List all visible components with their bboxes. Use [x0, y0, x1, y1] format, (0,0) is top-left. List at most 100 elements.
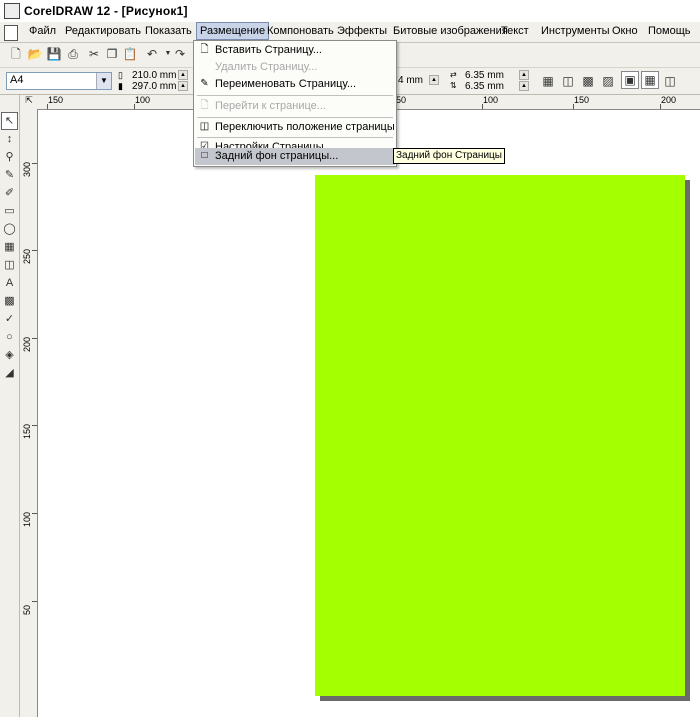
menu-separator	[197, 137, 393, 138]
menu-text[interactable]: Текст	[501, 25, 529, 37]
cut-icon[interactable]: ✂	[86, 46, 102, 62]
fill-tool-icon[interactable]: ◈	[2, 347, 17, 363]
v-ruler-tick	[32, 601, 37, 602]
menu-item-delete-page: Удалить Страницу...	[195, 59, 395, 76]
rectangle-tool-icon[interactable]: ▭	[2, 203, 17, 219]
interactive-blend-icon[interactable]: ▩	[2, 293, 17, 309]
tooltip: Задний фон Страницы	[393, 148, 505, 164]
layout-menu: 🗋 Вставить Страницу... Удалить Страницу.…	[193, 40, 397, 167]
insert-page-icon: 🗋	[200, 44, 209, 55]
add-page-icon[interactable]: ◫	[560, 73, 576, 89]
ellipse-tool-icon[interactable]: ◯	[2, 221, 17, 237]
v-ruler-label: 250	[22, 248, 32, 264]
basic-shapes-icon[interactable]: ◫	[2, 257, 17, 273]
h-ruler-tick	[134, 104, 135, 109]
h-ruler-label: 50	[396, 95, 407, 105]
page-width-field[interactable]: 210.0 mm	[132, 70, 176, 81]
page-orientation-icon[interactable]: ▩	[580, 73, 596, 89]
menu-item-label: Переключить положение страницы	[215, 121, 395, 133]
portrait-height-icon: ▮	[118, 81, 123, 91]
open-icon[interactable]: 📂	[27, 46, 43, 62]
menu-tools[interactable]: Инструменты	[541, 25, 610, 37]
new-icon[interactable]: 🗋	[8, 46, 24, 62]
eyedropper-icon[interactable]: ✓	[2, 311, 17, 327]
v-ruler-label: 50	[22, 604, 32, 615]
duplicate-x-icon: ⇄	[450, 70, 457, 79]
freehand-tool-icon[interactable]: ✎	[2, 167, 17, 183]
width-spinner[interactable]: ▲	[178, 70, 188, 80]
duplicate-x-field[interactable]: 6.35 mm	[465, 70, 504, 81]
menu-window[interactable]: Окно	[612, 25, 638, 37]
h-ruler-tick	[482, 104, 483, 109]
menu-item-label: Перейти к странице...	[215, 100, 326, 112]
vertical-ruler[interactable]: 300 250 200 150 100 50	[20, 109, 38, 717]
menu-item-page-background[interactable]: □ Задний фон страницы...	[195, 148, 395, 165]
h-ruler-label: 100	[135, 95, 151, 105]
menu-item-label: Переименовать Страницу...	[215, 78, 357, 90]
menu-item-go-to-page: 🗋 Перейти к странице...	[195, 98, 395, 115]
menu-effects[interactable]: Эффекты	[337, 25, 387, 37]
paper-size-select[interactable]: A4 ▼	[6, 72, 112, 90]
landscape-icon[interactable]: ▨	[600, 73, 616, 89]
shape-tool-icon[interactable]: ↕	[2, 131, 17, 147]
copy-icon[interactable]: ❐	[104, 46, 120, 62]
h-ruler-label: 200	[661, 95, 677, 105]
menu-item-label: Удалить Страницу...	[215, 61, 318, 73]
menu-arrange[interactable]: Компоновать	[267, 25, 334, 37]
save-icon[interactable]: 💾	[46, 46, 62, 62]
window-title: CorelDRAW 12 - [Рисунок1]	[24, 4, 188, 18]
menu-item-rename-page[interactable]: ✎ Переименовать Страницу...	[195, 76, 395, 93]
document-icon[interactable]	[4, 25, 18, 41]
menu-view[interactable]: Показать	[145, 25, 192, 37]
text-tool-icon[interactable]: A	[2, 275, 17, 291]
h-ruler-label: 150	[48, 95, 64, 105]
zoom-tool-icon[interactable]: ⚲	[2, 149, 17, 165]
v-ruler-tick	[32, 338, 37, 339]
duplicate-y-spinner[interactable]: ▲	[519, 81, 529, 91]
nudge-spinner[interactable]: ▲	[429, 75, 439, 85]
units-icon[interactable]: ▦	[540, 73, 556, 89]
nudge-distance-field[interactable]: 4 mm	[398, 75, 423, 86]
chevron-down-icon[interactable]: ▼	[96, 73, 111, 89]
page-height-field[interactable]: 297.0 mm	[132, 81, 176, 92]
menu-item-insert-page[interactable]: 🗋 Вставить Страницу...	[195, 42, 395, 59]
document-page[interactable]	[315, 175, 685, 696]
print-icon[interactable]: ⎙	[65, 46, 81, 62]
duplicate-x-spinner[interactable]: ▲	[519, 70, 529, 80]
ruler-origin[interactable]: ⇱	[20, 95, 39, 110]
v-ruler-tick	[32, 250, 37, 251]
portrait-width-icon: ▯	[118, 70, 123, 80]
v-ruler-tick	[32, 163, 37, 164]
menu-file[interactable]: Файл	[29, 25, 56, 37]
title-bar: CorelDRAW 12 - [Рисунок1]	[0, 0, 700, 23]
polygon-tool-icon[interactable]: ▦	[2, 239, 17, 255]
paper-size-value: A4	[10, 74, 24, 86]
page-background-icon: □	[201, 150, 208, 161]
menu-layout[interactable]: Размещение	[195, 22, 270, 40]
go-to-page-icon: 🗋	[200, 100, 209, 111]
menu-help[interactable]: Помощь	[648, 25, 691, 37]
menu-item-label: Задний фон страницы...	[215, 150, 339, 162]
menu-edit[interactable]: Редактировать	[65, 25, 141, 37]
height-spinner[interactable]: ▲	[178, 81, 188, 91]
menu-item-switch-orientation[interactable]: ◫ Переключить положение страницы	[195, 119, 395, 136]
smart-fill-icon[interactable]: ✐	[2, 185, 17, 201]
redo-icon[interactable]: ↷	[172, 46, 188, 62]
rename-page-icon: ✎	[200, 78, 209, 89]
duplicate-y-field[interactable]: 6.35 mm	[465, 81, 504, 92]
pick-tool-icon[interactable]: ↖	[1, 112, 18, 130]
interactive-fill-icon[interactable]: ◢	[2, 365, 17, 381]
v-ruler-label: 150	[22, 423, 32, 439]
menu-separator	[197, 117, 393, 118]
auto-fit-icon[interactable]: ▦	[641, 71, 659, 89]
v-ruler-label: 300	[22, 161, 32, 177]
duplicate-y-icon: ⇅	[450, 81, 457, 90]
treat-as-filled-icon[interactable]: ▣	[621, 71, 639, 89]
outline-tool-icon[interactable]: ○	[2, 329, 17, 345]
paste-icon[interactable]: 📋	[122, 46, 138, 62]
coreldraw-app-icon[interactable]	[4, 3, 20, 19]
undo-icon[interactable]: ↶	[144, 46, 160, 62]
h-ruler-tick	[47, 104, 48, 109]
page-options-icon[interactable]: ◫	[662, 73, 678, 89]
menu-bitmaps[interactable]: Битовые изображения	[393, 25, 508, 37]
